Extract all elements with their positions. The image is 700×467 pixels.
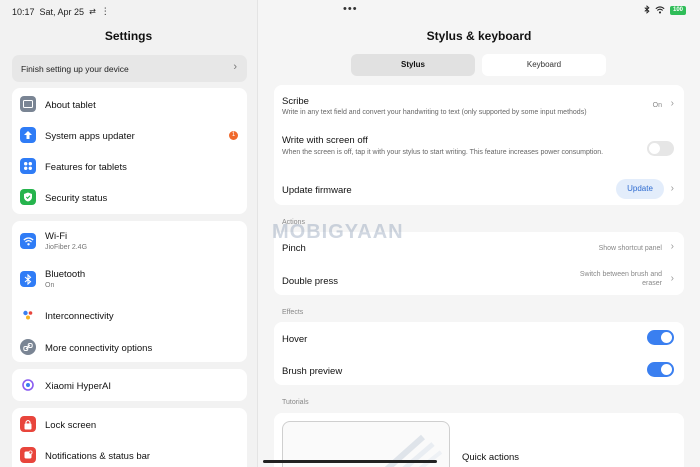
- lock-icon: [20, 416, 36, 432]
- settings-group-connectivity: Wi-Fi JioFiber 2.4G Bluetooth On Interco…: [12, 221, 247, 362]
- double-press-value: Switch between brush and eraser: [579, 271, 662, 287]
- settings-item-label: Notifications & status bar: [45, 451, 151, 462]
- update-firmware-button[interactable]: Update: [616, 179, 664, 199]
- interconnect-icon: [20, 307, 36, 323]
- write-screen-off-description: When the screen is off, tap it with your…: [282, 149, 604, 156]
- watermark: MOBIGYAAN: [272, 221, 404, 243]
- settings-item-label: Features for tablets: [45, 162, 127, 173]
- bluetooth-state: On: [45, 282, 55, 289]
- settings-title: Settings: [104, 29, 153, 43]
- settings-item-about-tablet[interactable]: About tablet: [12, 89, 247, 119]
- update-count-badge: 1: [229, 131, 238, 140]
- scribe-title: Scribe: [282, 96, 309, 107]
- section-label-effects: Effects: [282, 309, 304, 316]
- status-date: Sat, Apr 25: [39, 6, 85, 17]
- tutorial-title: Quick actions: [462, 452, 520, 463]
- status-left: 10:17 Sat, Apr 25 ⇄ ⋮: [12, 6, 110, 17]
- toggle-knob: [649, 143, 660, 154]
- settings-item-interconnectivity[interactable]: Interconnectivity: [12, 300, 247, 330]
- bluetooth-status-icon: [644, 5, 650, 16]
- section-label-tutorials: Tutorials: [282, 399, 309, 406]
- multitask-dots[interactable]: •••: [343, 3, 358, 15]
- brush-preview-title: Brush preview: [282, 366, 343, 377]
- settings-group-device: About tablet System apps updater 1 Featu…: [12, 88, 247, 214]
- pinch-title: Pinch: [282, 243, 306, 254]
- scribe-description: Write in any text field and convert your…: [282, 109, 587, 116]
- pinch-value: Show shortcut panel: [598, 245, 662, 252]
- settings-item-notifications[interactable]: Notifications & status bar: [12, 440, 247, 467]
- hover-toggle[interactable]: [647, 330, 674, 345]
- arrow-up-icon: [20, 127, 36, 143]
- bluetooth-icon: [20, 271, 36, 287]
- update-firmware-title: Update firmware: [282, 185, 352, 196]
- double-press-title: Double press: [282, 276, 338, 287]
- wifi-network-name: JioFiber 2.4G: [45, 244, 88, 251]
- battery-icon: 100: [669, 6, 686, 15]
- settings-item-features-for-tablets[interactable]: Features for tablets: [12, 151, 247, 181]
- sync-icon: ⇄: [89, 7, 96, 16]
- stylus-general-card: Scribe Write in any text field and conve…: [274, 85, 684, 205]
- grid-icon: [20, 158, 36, 174]
- stylus-effects-card: Hover Brush preview: [274, 322, 684, 385]
- chevron-right-icon: ›: [233, 61, 237, 73]
- tutorial-card[interactable]: Quick actions: [274, 413, 684, 467]
- settings-item-label: System apps updater: [45, 131, 135, 142]
- more-icon: ⋮: [100, 6, 110, 16]
- status-time: 10:17: [12, 6, 35, 17]
- settings-item-label: Interconnectivity: [45, 311, 114, 322]
- settings-group-display: Lock screen Notifications & status bar: [12, 408, 247, 467]
- chevron-right-icon: ›: [670, 273, 674, 284]
- write-screen-off-row: Write with screen off When the screen is…: [274, 125, 684, 171]
- update-firmware-row: Update firmware Update ›: [274, 173, 684, 205]
- write-screen-off-title: Write with screen off: [282, 135, 368, 146]
- scribe-row[interactable]: Scribe Write in any text field and conve…: [274, 85, 684, 123]
- settings-item-label: Bluetooth: [45, 269, 86, 280]
- detail-title: Stylus & keyboard: [426, 29, 532, 43]
- tab-keyboard[interactable]: Keyboard: [482, 54, 606, 76]
- write-screen-off-toggle[interactable]: [647, 141, 674, 156]
- settings-item-system-apps-updater[interactable]: System apps updater 1: [12, 120, 247, 150]
- finish-setup-banner[interactable]: Finish setting up your device ›: [12, 55, 247, 82]
- settings-pane: Settings Finish setting up your device ›…: [0, 0, 257, 467]
- settings-item-label: Wi-Fi: [45, 231, 68, 242]
- settings-item-wifi[interactable]: Wi-Fi JioFiber 2.4G: [12, 226, 247, 256]
- chevron-right-icon: ›: [670, 241, 674, 252]
- bell-icon: [20, 447, 36, 463]
- settings-item-label: More connectivity options: [45, 343, 153, 354]
- finish-setup-label: Finish setting up your device: [21, 64, 129, 74]
- chevron-right-icon: ›: [670, 98, 674, 109]
- chevron-right-icon: ›: [670, 183, 674, 194]
- tablet-icon: [20, 96, 36, 112]
- toggle-knob: [661, 364, 672, 375]
- hover-row: Hover: [274, 322, 684, 353]
- settings-item-security-status[interactable]: Security status: [12, 182, 247, 212]
- status-bar: 10:17 Sat, Apr 25 ⇄ ⋮ ••• 100: [0, 0, 700, 22]
- settings-item-more-connectivity[interactable]: More connectivity options: [12, 332, 247, 362]
- settings-item-lock-screen[interactable]: Lock screen: [12, 409, 247, 439]
- hover-title: Hover: [282, 334, 308, 345]
- status-right: 100: [644, 5, 686, 16]
- brush-preview-toggle[interactable]: [647, 362, 674, 377]
- shield-icon: [20, 189, 36, 205]
- double-press-row[interactable]: Double press Switch between brush and er…: [274, 264, 684, 295]
- hyperai-icon: [20, 377, 36, 393]
- scribe-value: On: [652, 102, 662, 109]
- tab-stylus[interactable]: Stylus: [351, 54, 475, 76]
- link-icon: [20, 339, 36, 355]
- settings-item-label: Lock screen: [45, 420, 97, 431]
- settings-item-label: About tablet: [45, 100, 96, 111]
- brush-preview-row: Brush preview: [274, 354, 684, 385]
- detail-tabs: Stylus Keyboard: [351, 54, 606, 76]
- toggle-knob: [661, 332, 672, 343]
- settings-item-bluetooth[interactable]: Bluetooth On: [12, 264, 247, 294]
- settings-item-xiaomi-hyperai[interactable]: Xiaomi HyperAI: [12, 370, 247, 400]
- wifi-icon: [20, 233, 36, 249]
- settings-item-label: Security status: [45, 193, 108, 204]
- settings-group-ai: Xiaomi HyperAI: [12, 369, 247, 401]
- settings-item-label: Xiaomi HyperAI: [45, 381, 111, 392]
- home-indicator[interactable]: [263, 460, 437, 463]
- wifi-status-icon: [655, 5, 665, 16]
